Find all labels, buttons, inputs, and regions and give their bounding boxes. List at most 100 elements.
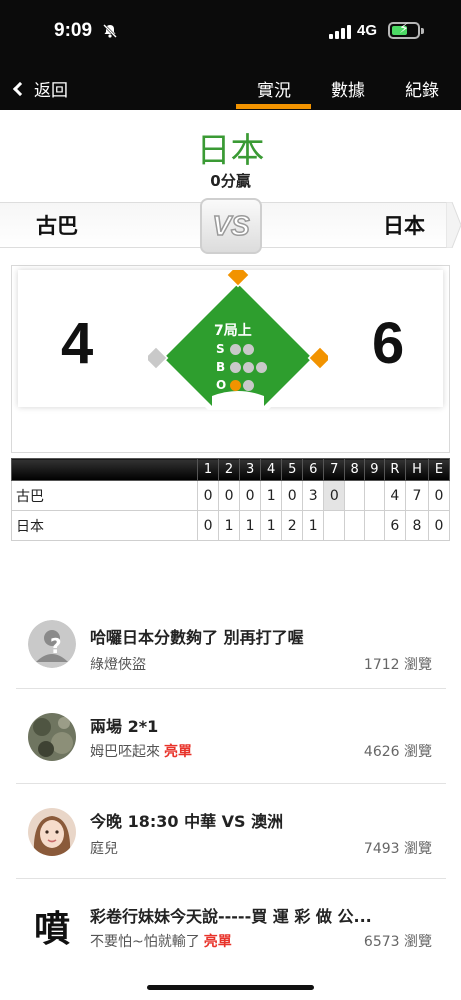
score-cell: 0: [196, 510, 220, 541]
row-team-name: 古巴: [11, 480, 198, 511]
ball-dot: [256, 361, 267, 373]
out-dot: [230, 379, 241, 391]
away-team[interactable]: 古巴: [0, 202, 205, 248]
matchup-bar: 古巴 日本 VS: [0, 198, 461, 254]
out-count: O: [216, 378, 256, 392]
svg-text:?: ?: [50, 634, 62, 658]
home-score: 6: [372, 311, 405, 376]
winner-team: 日本: [196, 132, 265, 170]
score-cell: 0: [218, 480, 241, 511]
header-cell: 6: [302, 458, 325, 481]
score-cell: [364, 480, 385, 511]
away-team-name: 古巴: [36, 214, 78, 238]
strike-count: S: [216, 342, 256, 356]
score-cell: [344, 480, 366, 511]
post-author: 綠燈俠盜: [90, 657, 146, 673]
home-indicator[interactable]: [147, 985, 314, 990]
score-cell: 3: [302, 480, 325, 511]
active-tab-indicator: [236, 104, 311, 109]
score-cell: 0: [196, 480, 220, 511]
header-blank: [11, 458, 198, 481]
score-cell: 4: [383, 480, 407, 511]
receipt-tag: 亮單: [164, 744, 192, 760]
top-header: 9:09 4G ⚡ 返回 實況 數據 紀錄: [0, 0, 461, 110]
post-list: ? 哈囉日本分數夠了 別再打了喔 綠燈俠盜 1712 瀏覽 兩場 2*1 姆巴呸…: [16, 594, 446, 974]
score-cell: 0: [427, 480, 451, 511]
score-cell: 0: [427, 510, 451, 541]
second-base-icon: [225, 270, 251, 288]
header-cell: 2: [218, 458, 241, 481]
ball-count: B: [216, 360, 269, 374]
header-cell: 3: [239, 458, 262, 481]
header-cell: 7: [323, 458, 346, 481]
away-score: 4: [61, 311, 94, 376]
camo-avatar: [28, 713, 76, 761]
score-cell: 0: [281, 480, 304, 511]
post-author: 不要怕~怕就輸了: [90, 934, 200, 950]
strike-label: S: [216, 342, 225, 356]
tab-record[interactable]: 紀錄: [405, 76, 439, 101]
list-item[interactable]: ? 哈囉日本分數夠了 別再打了喔 綠燈俠盜 1712 瀏覽: [16, 594, 446, 689]
tab-live[interactable]: 實況: [257, 76, 291, 101]
signal-icon: [329, 25, 351, 39]
post-title: 今晚 18:30 中華 VS 澳洲: [90, 812, 284, 831]
back-button[interactable]: 返回: [12, 76, 68, 101]
score-cell: 6: [383, 510, 407, 541]
strike-dot: [243, 343, 254, 355]
score-cell: [323, 510, 346, 541]
post-title: 彩卷行妹妹今天說-----買 運 彩 做 公...: [90, 907, 372, 926]
table-row: 古巴 0 0 0 1 0 3 0 4 7 0: [11, 480, 451, 511]
header-cell: 9: [364, 458, 385, 481]
home-team[interactable]: 日本: [257, 202, 447, 248]
score-cell: 1: [260, 480, 283, 511]
default-avatar-icon: ?: [28, 620, 76, 668]
table-row: 日本 0 1 1 1 2 1 6 8 0: [11, 510, 451, 541]
score-cell: 0: [323, 480, 346, 511]
post-title: 哈囉日本分數夠了 別再打了喔: [90, 628, 304, 647]
right-arrow-tip: [446, 202, 461, 248]
post-title: 兩場 2*1: [90, 717, 159, 736]
vs-badge: VS: [200, 198, 262, 254]
scoreboard-panel: 4 7局上 S B O 6: [18, 270, 443, 410]
score-cell: 1: [239, 510, 262, 541]
score-cell: 8: [405, 510, 429, 541]
back-label: 返回: [34, 81, 68, 101]
tab-stats[interactable]: 數據: [331, 76, 365, 101]
header-cell: 5: [281, 458, 304, 481]
score-cell: 2: [281, 510, 304, 541]
out-dot: [243, 379, 254, 391]
inning-label: 7局上: [214, 323, 252, 339]
list-item[interactable]: 今晚 18:30 中華 VS 澳洲 庭兒 7493 瀏覽: [16, 784, 446, 879]
score-cell: [364, 510, 385, 541]
bell-muted-icon: [103, 24, 117, 38]
list-item[interactable]: 兩場 2*1 姆巴呸起來 亮單 4626 瀏覽: [16, 689, 446, 784]
post-views: 6573 瀏覽: [363, 934, 432, 950]
header-cell: 1: [196, 458, 220, 481]
calligraphy-char: 噴: [33, 908, 70, 950]
network-type: 4G: [357, 22, 378, 39]
post-author: 姆巴呸起來: [90, 744, 160, 760]
battery-icon: ⚡: [388, 21, 424, 39]
line-score-table: 1 2 3 4 5 6 7 8 9 R H E 古巴 0 0 0 1 0 3 0…: [11, 458, 451, 541]
list-item[interactable]: 噴 彩卷行妹妹今天說-----買 運 彩 做 公... 不要怕~怕就輸了 亮單 6…: [16, 879, 446, 974]
post-views: 7493 瀏覽: [363, 841, 432, 857]
ball-dot: [230, 361, 241, 373]
post-views: 4626 瀏覽: [363, 744, 432, 760]
header-cell: R: [383, 458, 407, 481]
post-author-line: 不要怕~怕就輸了 亮單: [90, 931, 232, 951]
line-score-header: 1 2 3 4 5 6 7 8 9 R H E: [11, 458, 451, 481]
score-cell: 0: [239, 480, 262, 511]
chevron-left-icon: [12, 81, 28, 97]
post-author-line: 姆巴呸起來 亮單: [90, 741, 192, 761]
scoreboard: 4 7局上 S B O 6: [11, 265, 450, 453]
score-cell: 1: [260, 510, 283, 541]
post-author: 庭兒: [90, 841, 118, 857]
header-cell: E: [427, 458, 451, 481]
header-cell: H: [405, 458, 429, 481]
post-views: 1712 瀏覽: [363, 657, 432, 673]
receipt-tag: 亮單: [203, 934, 232, 950]
row-team-name: 日本: [11, 510, 198, 541]
score-cell: 1: [218, 510, 241, 541]
header-cell: 8: [344, 458, 366, 481]
score-cell: 7: [405, 480, 429, 511]
